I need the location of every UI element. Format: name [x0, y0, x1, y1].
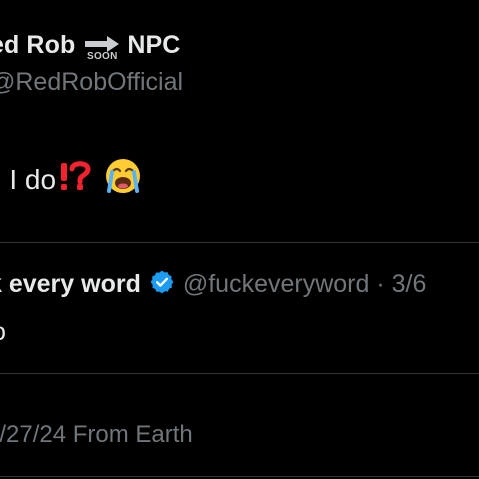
loudly-crying-face-shape	[106, 159, 141, 193]
quoted-author-name-suffix[interactable]: NPC	[127, 31, 180, 60]
loudly-crying-face-icon	[104, 157, 142, 202]
tweet-text-content: d I do	[0, 163, 57, 195]
reply-handle-and-time[interactable]: @fuckeveryword · 3/6	[183, 270, 427, 299]
quoted-author-row[interactable]: ed Rob SOON NPC	[0, 31, 180, 62]
soon-label: SOON	[87, 50, 118, 62]
verified-badge-shape	[150, 270, 174, 294]
divider-top	[0, 242, 479, 243]
soon-arrow-shape	[85, 35, 120, 52]
reply-author-name[interactable]: k every word	[0, 270, 141, 299]
tweet-date-source[interactable]: 5/27/24 From Earth	[0, 421, 193, 449]
exclamation-question-mark-icon	[58, 161, 92, 198]
verified-badge-icon	[149, 269, 175, 302]
reply-body-text: o	[0, 318, 6, 347]
divider-bottom	[0, 476, 479, 477]
soon-arrow-icon: SOON	[85, 35, 120, 62]
quoted-author-handle[interactable]: @RedRobOfficial	[0, 68, 183, 97]
reply-header[interactable]: k every word @fuckeveryword · 3/6	[0, 268, 426, 301]
exclamation-question-mark-shape	[61, 161, 91, 190]
quoted-author-name[interactable]: ed Rob	[0, 31, 75, 60]
divider-middle	[0, 373, 479, 374]
tweet-text: d I do	[0, 157, 142, 202]
